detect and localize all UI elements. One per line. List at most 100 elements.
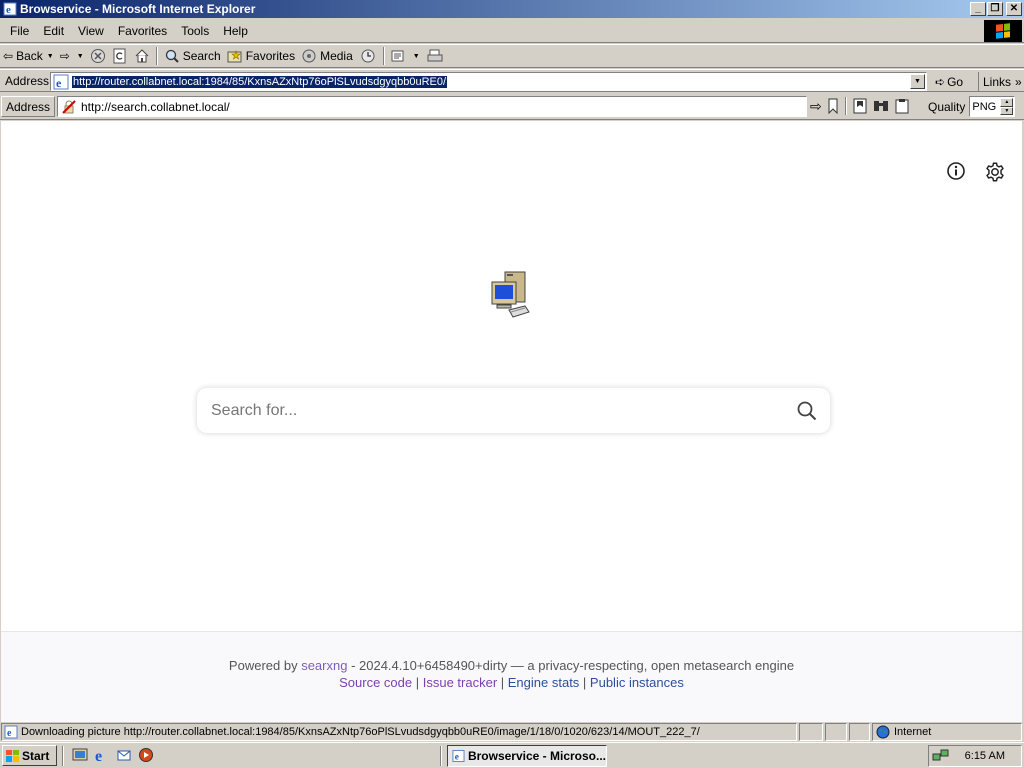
find-icon[interactable]: [872, 98, 890, 114]
svg-text:e: e: [56, 76, 62, 90]
ie-task-icon: e: [452, 749, 465, 763]
toolbar-separator: [382, 47, 385, 65]
media-button[interactable]: Media: [298, 45, 356, 67]
settings-gear-icon[interactable]: [984, 161, 1006, 183]
menu-file[interactable]: File: [3, 24, 36, 38]
menu-help[interactable]: Help: [216, 24, 255, 38]
title-bar: e Browservice - Microsoft Internet Explo…: [0, 0, 1024, 18]
clock[interactable]: 6:15 AM: [965, 750, 1005, 762]
address-input[interactable]: e http://router.collabnet.local:1984/85/…: [50, 72, 927, 91]
address-label: Address: [5, 73, 50, 88]
menu-bar: File Edit View Favorites Tools Help: [0, 19, 1024, 43]
back-button[interactable]: ⇦ Back ▼: [0, 45, 57, 67]
windows-flag-icon: [6, 749, 19, 762]
issue-tracker-link[interactable]: Issue tracker: [423, 675, 497, 690]
bookmark-icon[interactable]: [826, 98, 840, 114]
mail-icon: [391, 50, 404, 62]
status-bar: e Downloading picture http://router.coll…: [0, 722, 1024, 742]
media-icon: [302, 49, 316, 63]
favorites-button[interactable]: Favorites: [224, 45, 298, 67]
search-submit-icon[interactable]: [796, 400, 818, 422]
go-button[interactable]: ➪ Go: [935, 72, 963, 91]
inner-address-label-box: Address: [1, 96, 55, 117]
mail-button[interactable]: ▼: [388, 45, 423, 67]
restore-button[interactable]: ❐: [987, 2, 1003, 16]
task-browservice[interactable]: e Browservice - Microso...: [447, 745, 607, 767]
start-label: Start: [22, 748, 50, 763]
print-icon: [427, 49, 443, 62]
links-chevron-icon: »: [1015, 74, 1022, 89]
page-footer: Powered by searxng - 2024.4.10+6458490+d…: [1, 631, 1022, 722]
search-button[interactable]: Search: [161, 45, 224, 67]
back-label: Back: [16, 49, 43, 63]
minimize-button[interactable]: _: [970, 2, 986, 16]
inner-address-input[interactable]: http://search.collabnet.local/: [57, 96, 807, 117]
outlook-express-icon[interactable]: [116, 747, 132, 763]
print-button[interactable]: [423, 45, 447, 67]
history-button[interactable]: [356, 45, 380, 67]
menu-edit[interactable]: Edit: [36, 24, 71, 38]
address-dropdown-icon[interactable]: ▼: [910, 74, 925, 89]
standard-toolbar: ⇦ Back ▼ ⇨ ▼ Search Favorites Media ▼: [0, 44, 1024, 68]
ie-address-bar: Address e http://router.collabnet.local:…: [0, 69, 1024, 92]
favorites-label: Favorites: [245, 49, 296, 63]
inner-address-label: Address: [5, 99, 51, 114]
back-dropdown-icon[interactable]: ▼: [47, 53, 54, 60]
spin-down-icon[interactable]: ▼: [1000, 106, 1014, 115]
go-forward-icon[interactable]: ⇨: [810, 98, 822, 115]
insecure-icon: [62, 99, 76, 114]
quality-select[interactable]: PNG ▲ ▼: [969, 96, 1016, 117]
svg-text:e: e: [95, 748, 102, 763]
search-input[interactable]: [211, 401, 771, 420]
quick-launch: e: [72, 747, 154, 763]
refresh-button[interactable]: [109, 45, 131, 67]
menu-tools[interactable]: Tools: [174, 24, 216, 38]
inner-address-url: http://search.collabnet.local/: [81, 99, 230, 114]
powered-by-text: Powered by: [228, 658, 298, 673]
searxng-link[interactable]: searxng: [301, 658, 347, 673]
stop-button[interactable]: [87, 45, 109, 67]
quality-spinner[interactable]: ▲ ▼: [1000, 98, 1014, 115]
network-icon[interactable]: [932, 748, 950, 764]
tools-separator: [844, 97, 847, 115]
start-button[interactable]: Start: [2, 745, 57, 766]
home-button[interactable]: [131, 45, 153, 67]
info-icon[interactable]: [946, 161, 966, 181]
media-label: Media: [320, 49, 353, 63]
go-arrow-icon: ➪: [935, 74, 946, 89]
forward-button[interactable]: ⇨ ▼: [57, 45, 87, 67]
public-instances-link[interactable]: Public instances: [590, 675, 684, 690]
close-icon: ✕: [1009, 3, 1019, 14]
close-button[interactable]: ✕: [1006, 2, 1022, 16]
taskbar-separator: [62, 746, 64, 766]
task-label: Browservice - Microso...: [467, 749, 606, 763]
address-url: http://router.collabnet.local:1984/85/Kx…: [72, 75, 448, 88]
browservice-control-bar: Address http://search.collabnet.local/ ⇨…: [0, 94, 1024, 120]
ie-icon: e: [3, 2, 17, 16]
status-cell: [799, 723, 823, 741]
quality-label: Quality: [928, 99, 966, 114]
clipboard-icon[interactable]: [894, 98, 910, 114]
media-player-icon[interactable]: [138, 747, 154, 763]
menu-view[interactable]: View: [71, 24, 111, 38]
home-icon: [135, 49, 149, 63]
links-label: Links: [983, 74, 1012, 89]
bookmarks-list-icon[interactable]: [852, 98, 868, 114]
show-desktop-icon[interactable]: [72, 747, 88, 763]
menu-favorites[interactable]: Favorites: [111, 24, 174, 38]
links-button[interactable]: Links »: [978, 72, 1022, 91]
loading-page-icon: e: [4, 725, 18, 739]
system-tray: 6:15 AM: [928, 745, 1022, 767]
source-code-link[interactable]: Source code: [339, 675, 412, 690]
mail-dropdown-icon[interactable]: ▼: [413, 53, 420, 60]
spin-up-icon[interactable]: ▲: [1000, 98, 1014, 107]
forward-dropdown-icon[interactable]: ▼: [77, 53, 84, 60]
page-icon: e: [53, 74, 69, 90]
engine-stats-link[interactable]: Engine stats: [508, 675, 580, 690]
quality-value: PNG: [972, 100, 997, 113]
svg-text:e: e: [6, 4, 11, 16]
security-zone: Internet: [872, 723, 1022, 741]
internet-explorer-icon[interactable]: e: [94, 747, 110, 763]
searxng-logo-computer-icon: [491, 271, 530, 318]
minimize-icon: _: [975, 3, 981, 14]
